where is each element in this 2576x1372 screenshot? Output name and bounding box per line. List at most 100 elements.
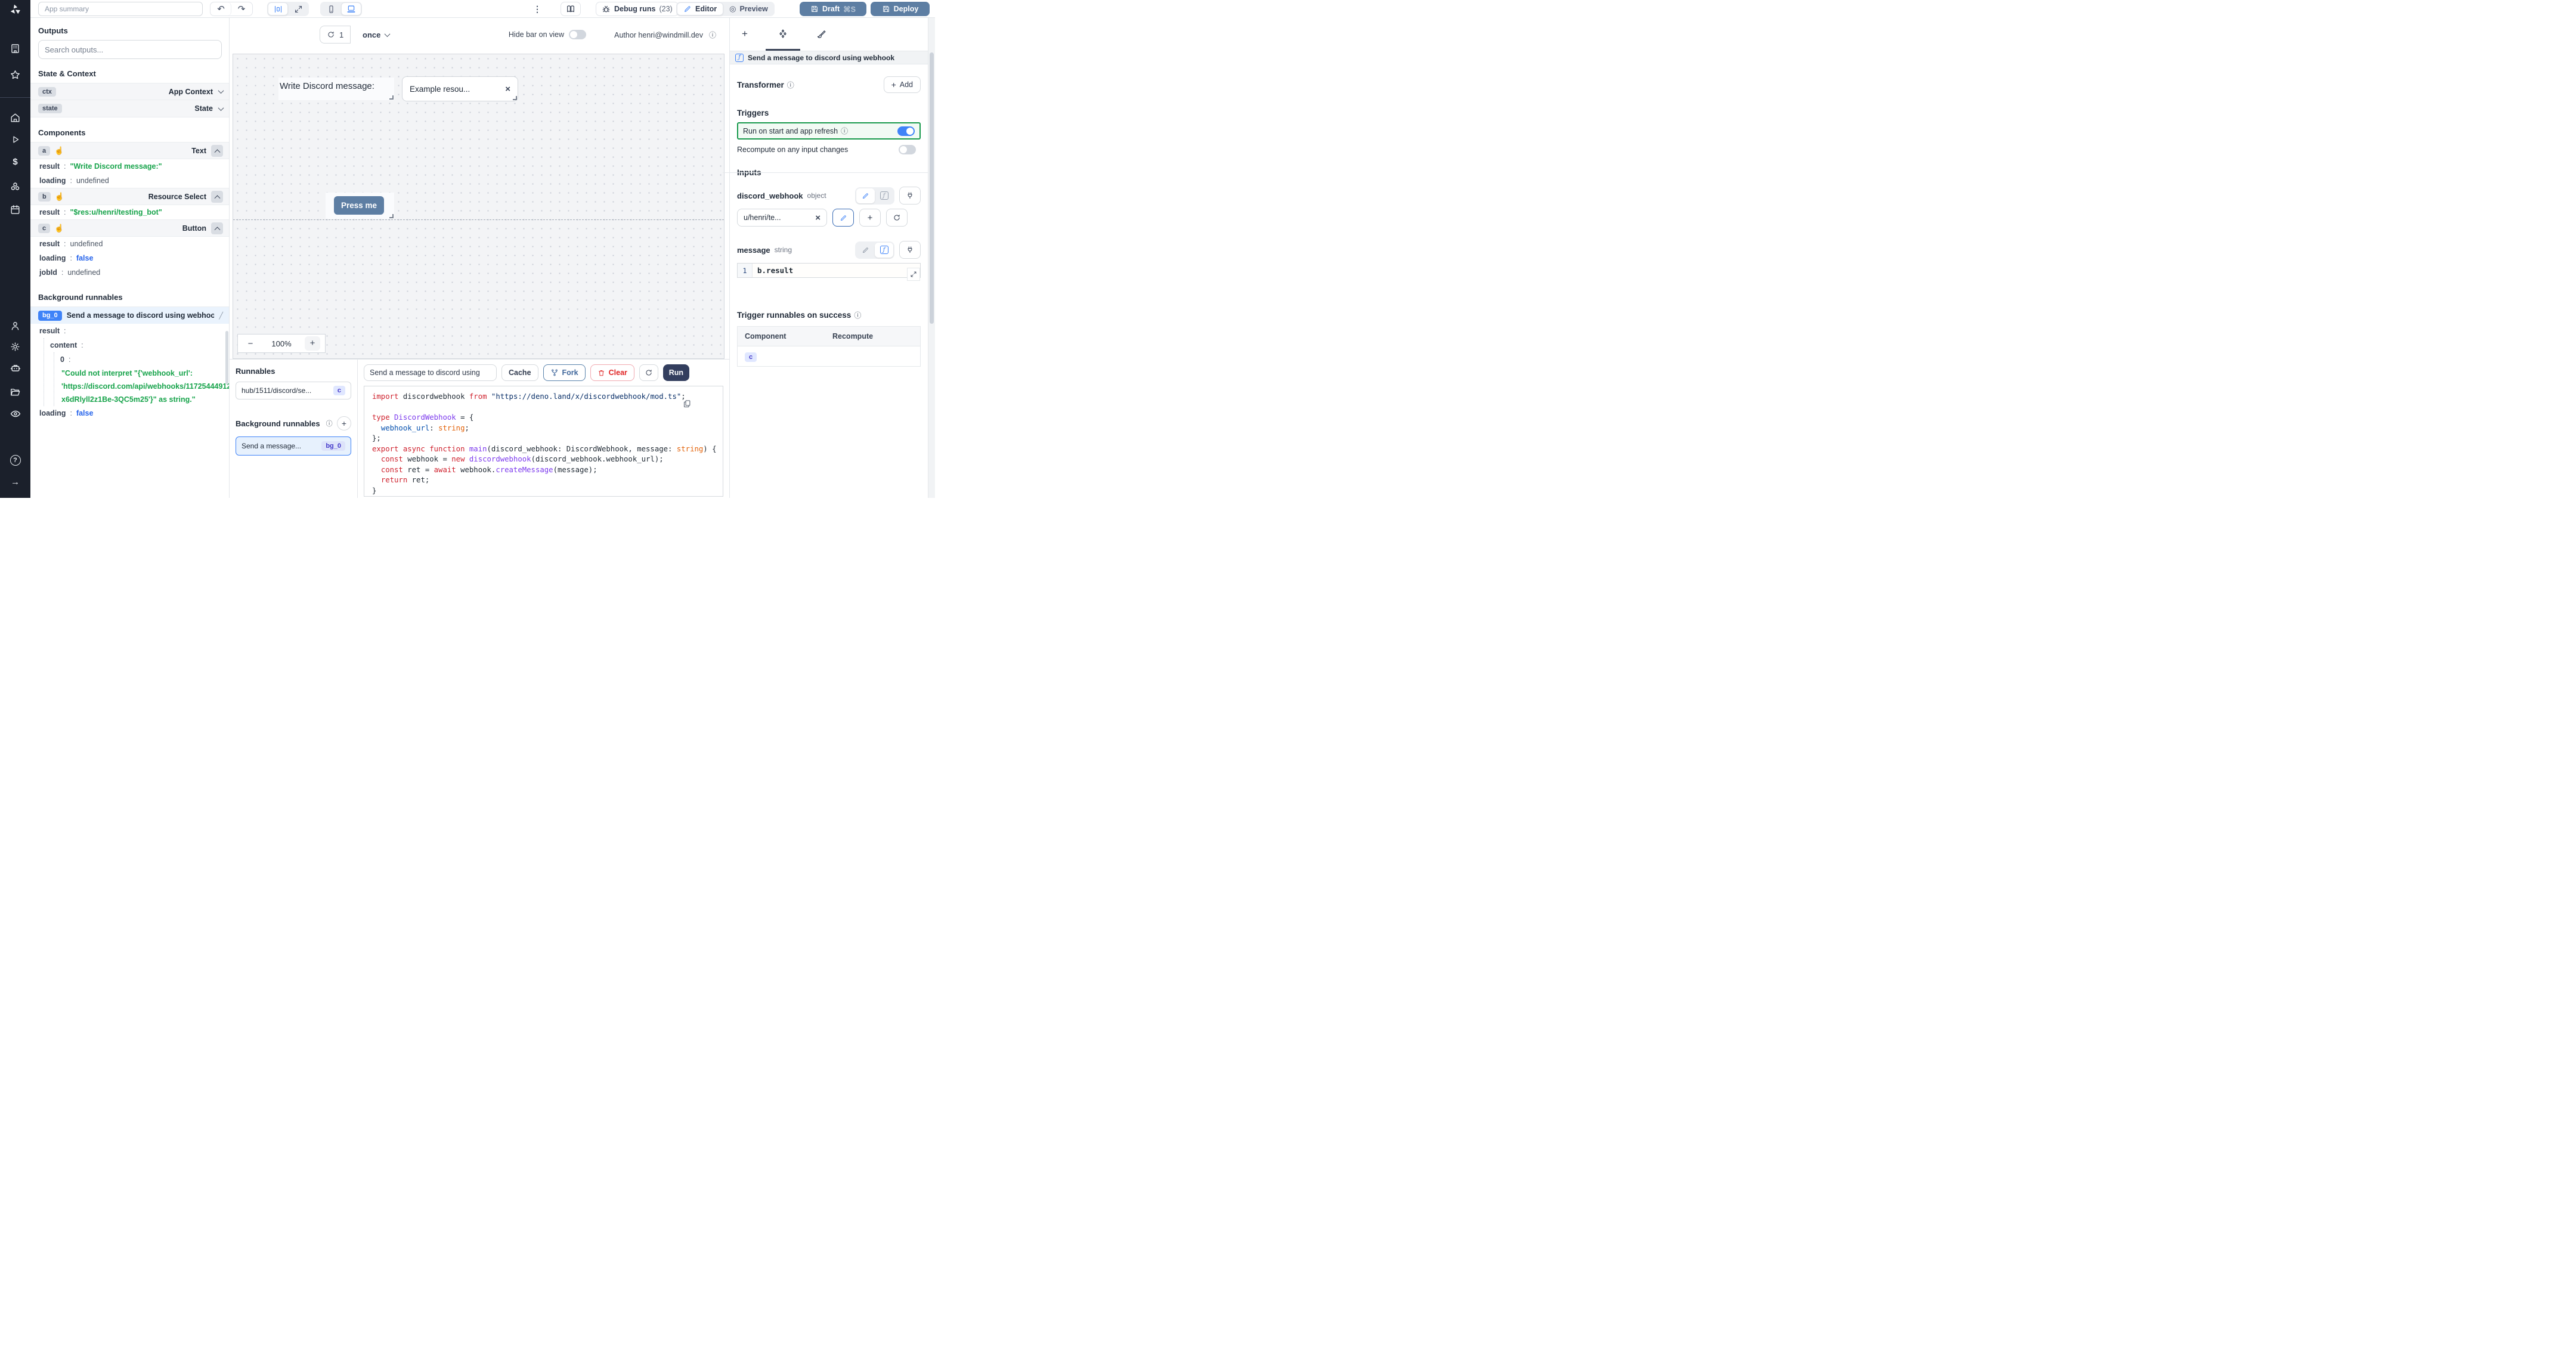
component-a-badge: a xyxy=(38,145,51,156)
add-transformer-button[interactable]: + Add xyxy=(883,76,921,93)
resource-picker-select[interactable]: u/henri/te... × xyxy=(737,209,827,227)
workers-robot-icon[interactable] xyxy=(0,359,30,377)
runnable-item[interactable]: hub/1511/discord/se... c xyxy=(236,382,351,399)
runnables-title: Runnables xyxy=(236,367,275,376)
bg0-row[interactable]: bg_0 Send a message to discord using web… xyxy=(30,306,229,324)
code-editor[interactable]: import discordwebhook from "https://deno… xyxy=(364,386,723,497)
run-on-start-toggle[interactable] xyxy=(897,126,915,136)
workspace-icon[interactable] xyxy=(0,39,30,57)
press-me-button[interactable]: Press me xyxy=(334,196,384,215)
text-component[interactable]: Write Discord message: xyxy=(278,78,394,100)
tab-editor[interactable]: Editor xyxy=(677,2,724,16)
center-align-button[interactable] xyxy=(268,2,288,16)
debug-runs-button[interactable]: Debug runs (23) xyxy=(596,2,679,16)
fork-button[interactable]: Fork xyxy=(543,364,586,381)
add-resource-button[interactable]: + xyxy=(859,209,881,227)
home-icon[interactable] xyxy=(0,109,30,126)
resource-select-component[interactable]: Example resou... × xyxy=(402,76,518,101)
clear-resource-icon[interactable]: × xyxy=(815,213,821,223)
run-button[interactable]: Run xyxy=(662,364,689,381)
bg-runnable-item-selected[interactable]: Send a message... bg_0 xyxy=(236,436,351,456)
draft-button[interactable]: Draft ⌘S xyxy=(800,2,866,16)
collapse-button[interactable] xyxy=(211,144,223,157)
chevron-down-icon[interactable] xyxy=(218,104,224,111)
collapse-button[interactable] xyxy=(211,222,223,234)
component-c-badge: c xyxy=(38,223,51,233)
component-c-row[interactable]: c ☝ Button xyxy=(30,219,229,237)
resize-handle[interactable] xyxy=(513,96,517,100)
outputs-scrollbar[interactable] xyxy=(225,331,228,385)
connect-plug-icon[interactable] xyxy=(899,241,921,259)
eval-mode-fx-icon[interactable]: ƒ xyxy=(875,188,893,203)
refresh-count-box[interactable]: 1 xyxy=(320,26,351,44)
zoom-out-button[interactable]: − xyxy=(243,339,258,349)
ctx-row[interactable]: ctx App Context xyxy=(30,83,229,100)
app-canvas[interactable]: Write Discord message: Example resou... … xyxy=(233,54,724,359)
bg0-content-block: content: 0: "Could not interpret "{'webh… xyxy=(44,338,229,406)
code-column: Cache Fork Clear Run import discordwebho… xyxy=(358,360,729,498)
tab-preview[interactable]: ◎ Preview xyxy=(723,2,774,16)
eval-mode-fx-icon[interactable]: ƒ xyxy=(875,242,893,258)
page-scrollbar[interactable] xyxy=(928,18,935,498)
cache-button[interactable]: Cache xyxy=(501,364,538,381)
redo-button[interactable]: ↷ xyxy=(231,2,252,16)
zoom-control: − 100% + xyxy=(237,334,326,353)
component-b-row[interactable]: b ☝ Resource Select xyxy=(30,188,229,205)
tab-styling[interactable] xyxy=(813,26,829,42)
runnable-title: Send a message to discord using webhook xyxy=(748,53,895,62)
resize-handle[interactable] xyxy=(389,214,394,218)
bottom-panel: Runnables hub/1511/discord/se... c Backg… xyxy=(230,359,729,498)
error-value-line: "Could not interpret "{'webhook_url': xyxy=(61,369,193,377)
collapse-sidebar-icon[interactable]: → xyxy=(0,473,30,491)
users-icon[interactable] xyxy=(0,317,30,335)
clear-button[interactable]: Clear xyxy=(590,364,634,381)
hide-bar-toggle[interactable] xyxy=(569,30,586,39)
message-expression-editor[interactable]: 1 b.result xyxy=(737,263,921,281)
schedules-icon[interactable] xyxy=(0,200,30,218)
undo-button[interactable]: ↶ xyxy=(211,2,231,16)
component-a-row[interactable]: a ☝ Text xyxy=(30,142,229,159)
edit-pencil-icon[interactable]: ╱ xyxy=(219,312,223,320)
app-summary-input[interactable] xyxy=(38,2,203,16)
button-component-wrapper: Press me xyxy=(326,193,394,219)
collapse-button[interactable] xyxy=(211,190,223,203)
resize-handle[interactable] xyxy=(389,95,394,100)
variables-icon[interactable]: $ xyxy=(0,153,30,171)
static-mode-pencil-icon[interactable] xyxy=(856,243,875,258)
runs-icon[interactable] xyxy=(0,131,30,148)
search-outputs-input[interactable] xyxy=(38,40,222,59)
add-runnable-button[interactable]: + xyxy=(337,416,351,431)
copy-code-icon[interactable] xyxy=(683,399,692,408)
help-icon[interactable]: ? xyxy=(0,451,30,469)
more-options-kebab-icon[interactable]: ⋮ xyxy=(528,0,546,18)
state-row[interactable]: state State xyxy=(30,100,229,117)
expand-editor-icon[interactable] xyxy=(907,268,920,281)
refresh-code-button[interactable] xyxy=(639,364,658,381)
clear-selection-icon[interactable]: × xyxy=(505,84,510,94)
deploy-button[interactable]: Deploy xyxy=(871,2,930,16)
recompute-toggle[interactable] xyxy=(899,145,916,154)
components-heading: Components xyxy=(38,128,86,137)
scrollbar-thumb[interactable] xyxy=(930,52,934,324)
desktop-view-button[interactable] xyxy=(341,2,361,16)
static-mode-pencil-icon[interactable] xyxy=(856,188,875,203)
resources-icon[interactable] xyxy=(0,178,30,196)
settings-gear-icon[interactable] xyxy=(0,337,30,355)
favorites-star-icon[interactable] xyxy=(0,66,30,83)
bg0-badge: bg_0 xyxy=(38,310,62,321)
tab-component-settings[interactable] xyxy=(775,26,791,42)
docs-book-button[interactable] xyxy=(561,2,581,16)
runnable-name-input[interactable] xyxy=(364,364,497,381)
zoom-in-button[interactable]: + xyxy=(305,336,320,351)
chevron-down-icon[interactable] xyxy=(218,88,224,94)
frequency-dropdown[interactable]: once xyxy=(357,26,395,44)
mobile-view-button[interactable] xyxy=(321,2,341,16)
expand-canvas-button[interactable] xyxy=(288,2,308,16)
audit-eye-icon[interactable] xyxy=(0,405,30,423)
folders-icon[interactable] xyxy=(0,383,30,401)
tab-add-component[interactable]: + xyxy=(737,26,753,42)
divider xyxy=(723,172,935,173)
edit-resource-pencil-button[interactable] xyxy=(832,209,854,227)
refresh-resource-button[interactable] xyxy=(886,209,908,227)
connect-plug-icon[interactable] xyxy=(899,187,921,205)
